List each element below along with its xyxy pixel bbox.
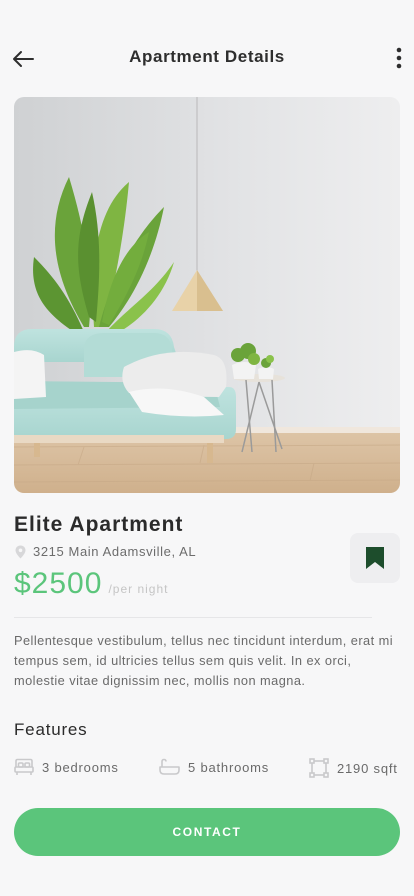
page-title: Apartment Details	[129, 47, 285, 66]
more-vertical-icon	[396, 47, 402, 69]
feature-label: 5 bathrooms	[188, 759, 270, 775]
area-icon	[309, 758, 329, 778]
location-pin-icon	[15, 545, 26, 558]
living-room-illustration	[14, 97, 400, 493]
price-unit: /per night	[108, 582, 169, 596]
bookmark-icon	[366, 547, 384, 569]
price-row: $2500 /per night	[14, 567, 168, 601]
apartment-photo[interactable]	[14, 97, 400, 493]
feature-bedrooms: 3 bedrooms	[14, 758, 119, 776]
contact-button[interactable]: CONTACT	[14, 808, 400, 856]
more-options-button[interactable]	[392, 44, 406, 72]
feature-label: 2190 sqft	[337, 760, 398, 776]
feature-label: 3 bedrooms	[42, 759, 119, 775]
feature-area: 2190 sqft	[309, 758, 398, 778]
bed-icon	[14, 758, 34, 775]
features-heading: Features	[14, 720, 88, 739]
apartment-name: Elite Apartment	[14, 513, 184, 536]
bathtub-icon	[159, 758, 180, 775]
section-divider	[14, 617, 372, 618]
feature-bathrooms: 5 bathrooms	[159, 758, 269, 776]
price-value: $2500	[14, 567, 103, 600]
address-text: 3215 Main Adamsville, AL	[33, 544, 197, 559]
address-row: 3215 Main Adamsville, AL	[14, 544, 196, 559]
bookmark-button[interactable]	[350, 533, 400, 583]
description-text: Pellentesque vestibulum, tellus nec tinc…	[14, 633, 394, 688]
